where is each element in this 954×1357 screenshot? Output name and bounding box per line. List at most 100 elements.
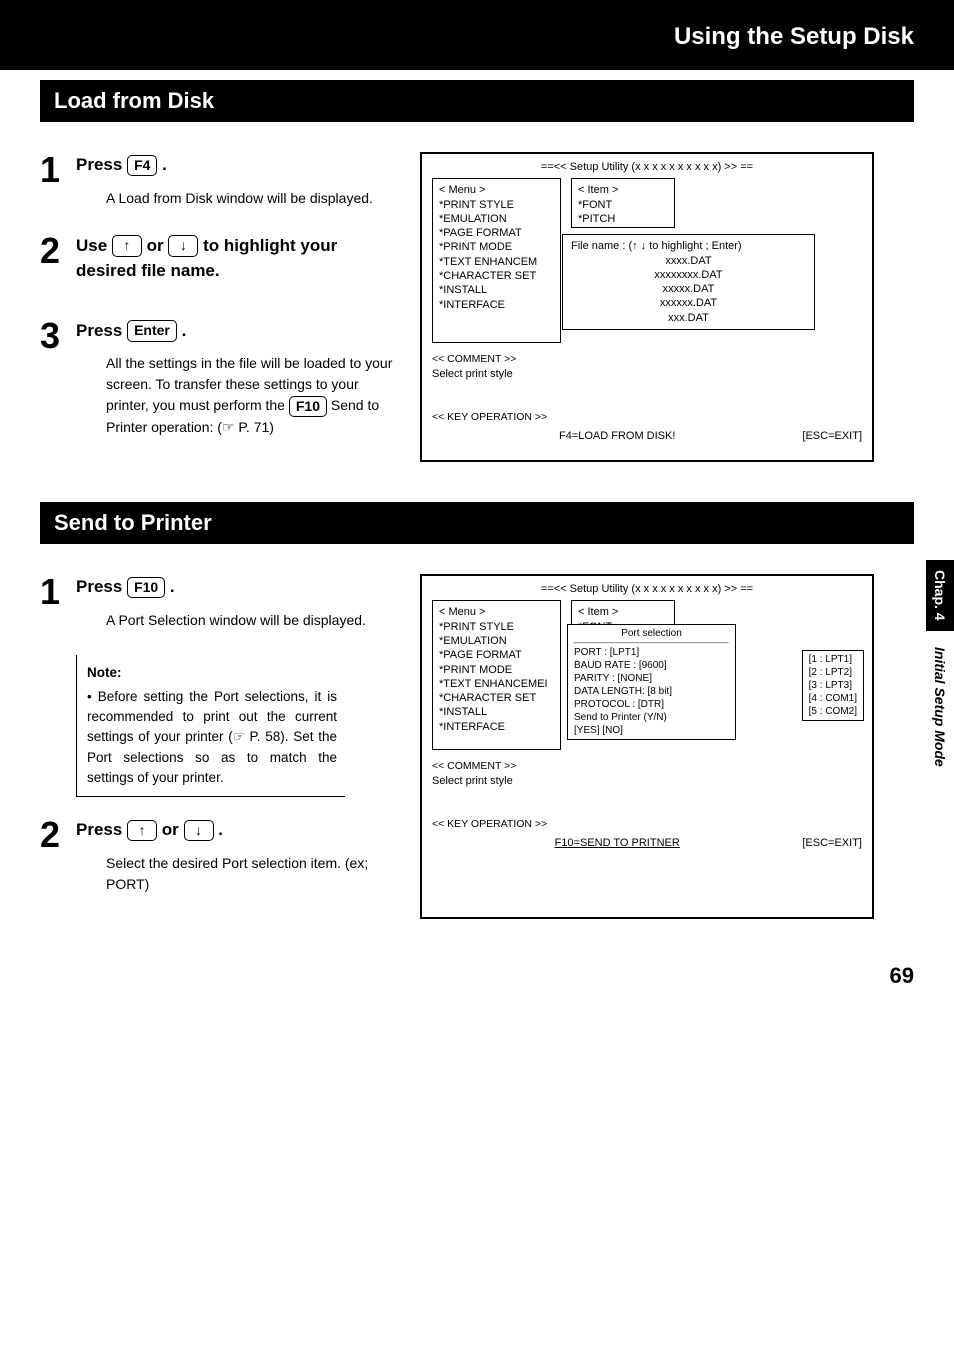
step-text: Press [76,321,122,340]
tab-mode: Initial Setup Mode [926,637,954,777]
menu-list: PRINT STYLEEMULATIONPAGE FORMATPRINT MOD… [439,198,554,312]
step-number: 1 [40,152,76,188]
key-f4: F4 [127,155,157,177]
menu-box: < Menu > PRINT STYLEEMULATIONPAGE FORMAT… [432,600,561,750]
list-item: [3 : LPT3] [809,679,857,692]
screenshot-load-from-disk: ==<< Setup Utility (x x x x x x x x x x)… [420,152,874,462]
menu-box: < Menu > PRINT STYLEEMULATIONPAGE FORMAT… [432,178,561,343]
step-desc: A Port Selection window will be displaye… [106,610,400,631]
step-a3: 3 Press Enter . All the settings in the … [40,318,400,439]
list-item: PRINT MODE [439,240,554,254]
list-item: PRINT STYLE [439,620,554,634]
list-item: PAGE FORMAT [439,226,554,240]
step-a2: 2 Use ↑ or ↓ to highlight your desired f… [40,233,400,294]
step-number: 2 [40,233,76,269]
down-arrow-icon: ↓ [184,820,214,842]
list-item: xxxxxxxx.DAT [571,268,806,282]
keyop-head: << KEY OPERATION >> [432,411,862,425]
step-text: . [218,820,223,839]
step-number: 2 [40,817,76,853]
file-list: xxxx.DATxxxxxxxx.DATxxxxx.DATxxxxxx.DATx… [571,254,806,325]
section-load-from-disk-title: Load from Disk [40,80,914,122]
step-b1: 1 Press F10 . A Port Selection window wi… [40,574,400,631]
list-item: [5 : COM2] [809,705,857,718]
list-item: FONT [578,198,668,212]
step-text: or [147,236,164,255]
step-number: 1 [40,574,76,610]
item-list: FONTPITCH [578,198,668,227]
step-text: . [170,577,175,596]
list-item: PITCH [578,212,668,226]
list-item: xxxxxx.DAT [571,296,806,310]
list-item: xxxxx.DAT [571,282,806,296]
port-options-box: [1 : LPT1][2 : LPT2][3 : LPT3][4 : COM1]… [802,650,864,721]
list-item: INSTALL [439,705,554,719]
step-b2: 2 Press ↑ or ↓ . Select the desired Port… [40,817,400,895]
list-item: DATA LENGTH: [8 bit] [574,685,729,698]
step-text: Use [76,236,107,255]
step-text: or [162,820,179,839]
keyop-left: F4=LOAD FROM DISK! [559,429,675,443]
list-item: TEXT ENHANCEMEI [439,677,554,691]
key-f10: F10 [289,396,327,418]
item-box: < Item > FONTPITCH [571,178,675,228]
list-item: xxxx.DAT [571,254,806,268]
keyop-left: F10=SEND TO PRITNER [555,836,680,850]
comment-text: Select print style [432,367,862,381]
list-item: Send to Printer (Y/N) [574,711,729,724]
list-item: PRINT STYLE [439,198,554,212]
port-list: PORT : [LPT1]BAUD RATE : [9600]PARITY : … [574,646,729,737]
list-item: PAGE FORMAT [439,648,554,662]
list-item: [1 : LPT1] [809,653,857,666]
list-item: EMULATION [439,634,554,648]
step-a1: 1 Press F4 . A Load from Disk window wil… [40,152,400,209]
step-desc: Select the desired Port selection item. … [106,853,400,895]
keyop-head: << KEY OPERATION >> [432,818,862,832]
list-item: PARITY : [NONE] [574,672,729,685]
list-item: BAUD RATE : [9600] [574,659,729,672]
list-item: PORT : [LPT1] [574,646,729,659]
down-arrow-icon: ↓ [168,235,198,257]
list-item: [2 : LPT2] [809,666,857,679]
list-item: PROTOCOL : [DTR] [574,698,729,711]
list-item: [YES] [NO] [574,724,729,737]
keyop-right: [ESC=EXIT] [802,836,862,850]
list-item: EMULATION [439,212,554,226]
screen-title: ==<< Setup Utility (x x x x x x x x x x)… [432,160,862,174]
step-text: Press [76,820,122,839]
keyop-right: [ESC=EXIT] [802,429,862,443]
list-item: INSTALL [439,283,554,297]
item-label: < Item > [578,605,668,619]
section-send-to-printer-title: Send to Printer [40,502,914,544]
tab-chapter: Chap. 4 [926,560,954,631]
step-desc: A Load from Disk window will be displaye… [106,188,400,209]
screen-title: ==<< Setup Utility (x x x x x x x x x x)… [432,582,862,596]
header-bar: Using the Setup Disk [0,0,954,70]
file-list-box: File name : (↑ ↓ to highlight ; Enter) x… [562,234,815,330]
note-box: Note: • Before setting the Port selectio… [76,655,345,798]
page-number: 69 [890,963,914,989]
menu-label: < Menu > [439,605,554,619]
list-item: INTERFACE [439,720,554,734]
menu-list: PRINT STYLEEMULATIONPAGE FORMATPRINT MOD… [439,620,554,734]
step-number: 3 [40,318,76,354]
list-item: PRINT MODE [439,663,554,677]
list-item: [4 : COM1] [809,692,857,705]
step-text: . [182,321,187,340]
note-title: Note: [87,663,337,683]
list-item: CHARACTER SET [439,691,554,705]
key-enter: Enter [127,320,177,342]
list-item: xxx.DAT [571,311,806,325]
file-header: File name : (↑ ↓ to highlight ; Enter) [571,239,806,253]
note-body: • Before setting the Port selections, it… [87,687,337,788]
port-selection-box: Port selection PORT : [LPT1]BAUD RATE : … [567,624,736,740]
list-item: TEXT ENHANCEM [439,255,554,269]
step-text: . [162,155,167,174]
screenshot-send-to-printer: ==<< Setup Utility (x x x x x x x x x x)… [420,574,874,919]
comment-head: << COMMENT >> [432,353,862,367]
options-list: [1 : LPT1][2 : LPT2][3 : LPT3][4 : COM1]… [809,653,857,718]
item-label: < Item > [578,183,668,197]
up-arrow-icon: ↑ [127,820,157,842]
step-text: Press [76,577,122,596]
key-f10: F10 [127,577,165,599]
